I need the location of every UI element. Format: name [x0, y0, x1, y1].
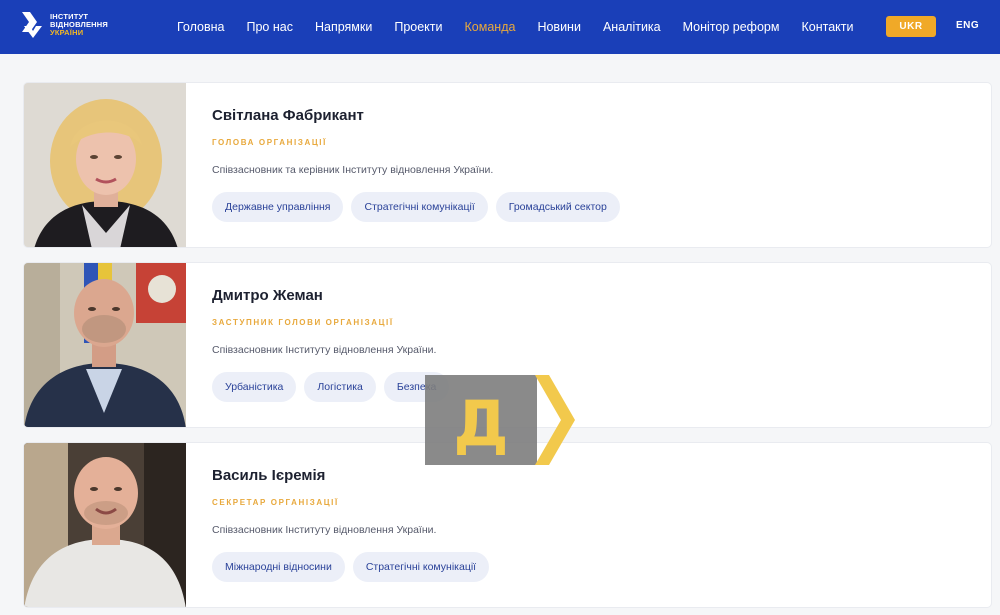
nav-item-news[interactable]: Новини	[537, 20, 581, 34]
top-navbar: ІНСТИТУТ ВІДНОВЛЕННЯ УКРАЇНИ Головна Про…	[0, 0, 1000, 54]
nav-item-home[interactable]: Головна	[177, 20, 225, 34]
member-photo	[24, 263, 186, 427]
member-name: Світлана Фабрикант	[212, 107, 364, 124]
nav-item-contacts[interactable]: Контакти	[801, 20, 853, 34]
tag[interactable]: Громадський сектор	[495, 192, 620, 222]
lang-ukr-button[interactable]: UKR	[886, 16, 936, 37]
member-tags: Міжнародні відносини Стратегічні комунік…	[212, 552, 497, 582]
nav-item-projects[interactable]: Проекти	[394, 20, 442, 34]
nav-item-analytics[interactable]: Аналітика	[603, 20, 661, 34]
member-description: Співзасновник та керівник Інституту відн…	[212, 164, 494, 176]
nav-item-directions[interactable]: Напрямки	[315, 20, 372, 34]
tag[interactable]: Урбаністика	[212, 372, 297, 402]
logo[interactable]: ІНСТИТУТ ВІДНОВЛЕННЯ УКРАЇНИ	[22, 12, 108, 38]
member-name: Дмитро Жеман	[212, 287, 323, 304]
nav-item-about[interactable]: Про нас	[247, 20, 293, 34]
member-description: Співзасновник Інституту відновлення Укра…	[212, 344, 437, 356]
team-card: Василь Ієремія СЕКРЕТАР ОРГАНІЗАЦІЇ Спів…	[23, 442, 992, 608]
member-role: ЗАСТУПНИК ГОЛОВИ ОРГАНІЗАЦІЇ	[212, 318, 394, 327]
tag[interactable]: Логістика	[304, 372, 376, 402]
tag[interactable]: Міжнародні відносини	[212, 552, 345, 582]
member-photo	[24, 443, 186, 607]
logo-icon	[22, 12, 44, 38]
member-role: ГОЛОВА ОРГАНІЗАЦІЇ	[212, 138, 327, 147]
team-card: Світлана Фабрикант ГОЛОВА ОРГАНІЗАЦІЇ Сп…	[23, 82, 992, 248]
tag[interactable]: Стратегічні комунікації	[352, 552, 490, 582]
member-role: СЕКРЕТАР ОРГАНІЗАЦІЇ	[212, 498, 339, 507]
member-info: Василь Ієремія СЕКРЕТАР ОРГАНІЗАЦІЇ Спів…	[212, 467, 497, 582]
logo-text: ІНСТИТУТ ВІДНОВЛЕННЯ УКРАЇНИ	[50, 13, 108, 37]
member-photo	[24, 83, 186, 247]
nav-item-team[interactable]: Команда	[465, 20, 516, 34]
member-description: Співзасновник Інституту відновлення Укра…	[212, 524, 437, 536]
nav-item-reform-monitor[interactable]: Монітор реформ	[683, 20, 780, 34]
lang-eng-button[interactable]: ENG	[956, 20, 979, 31]
member-info: Світлана Фабрикант ГОЛОВА ОРГАНІЗАЦІЇ Сп…	[212, 107, 628, 222]
main-menu: Головна Про нас Напрямки Проекти Команда…	[166, 0, 864, 54]
member-tags: Урбаністика Логістика Безпека	[212, 372, 457, 402]
member-info: Дмитро Жеман ЗАСТУПНИК ГОЛОВИ ОРГАНІЗАЦІ…	[212, 287, 457, 402]
watermark-letter: Д	[453, 387, 508, 460]
member-tags: Державне управління Стратегічні комуніка…	[212, 192, 628, 222]
logo-line-3: УКРАЇНИ	[50, 28, 84, 37]
member-name: Василь Ієремія	[212, 467, 326, 484]
tag[interactable]: Державне управління	[212, 192, 344, 222]
tag[interactable]: Стратегічні комунікації	[351, 192, 488, 222]
watermark-logo: Д	[425, 375, 575, 465]
